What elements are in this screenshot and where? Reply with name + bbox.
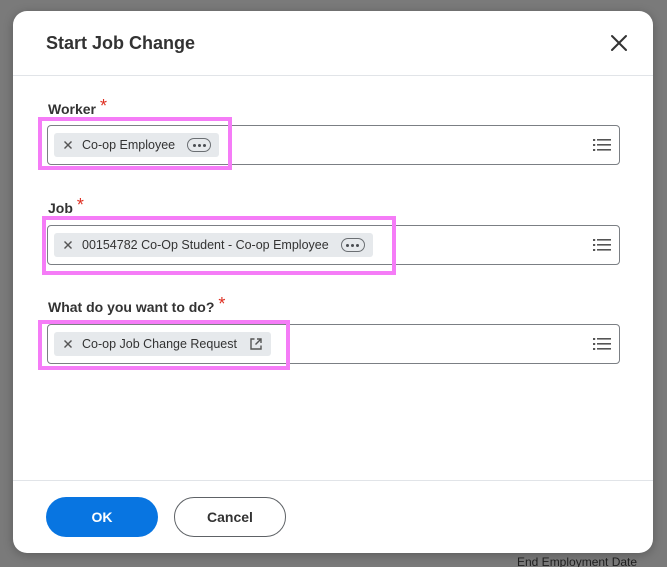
worker-field[interactable]: Co-op Employee — [47, 125, 620, 165]
ellipsis-dot — [356, 243, 360, 247]
close-button[interactable] — [605, 29, 633, 57]
x-icon — [64, 340, 72, 348]
worker-label: Worker * — [48, 96, 107, 119]
job-label: Job * — [48, 195, 84, 218]
job-label-text: Job — [48, 200, 73, 216]
ellipsis-icon — [192, 143, 196, 147]
worker-label-text: Worker — [48, 101, 96, 117]
job-selected-pill: 00154782 Co-Op Student - Co-op Employee — [54, 233, 373, 257]
job-field[interactable]: 00154782 Co-Op Student - Co-op Employee — [47, 225, 620, 265]
start-job-change-dialog: Start Job Change Worker* Co-op Employee — [13, 11, 653, 553]
ok-button[interactable]: OK — [46, 497, 158, 537]
action-prompt-list-icon[interactable] — [593, 336, 611, 352]
action-label-text: What do you want to do? — [48, 299, 215, 315]
dialog-title: Start Job Change — [46, 33, 196, 53]
backdrop-partial-label: End Employment Date — [517, 555, 638, 567]
cancel-button[interactable]: Cancel — [174, 497, 286, 537]
dialog-footer: OK Cancel — [13, 480, 653, 553]
worker-prompt-list-icon[interactable] — [593, 137, 611, 153]
action-remove-button[interactable] — [60, 336, 76, 352]
action-required-mark: * — [218, 294, 226, 314]
x-icon — [64, 141, 72, 149]
worker-selected-pill: Co-op Employee — [54, 133, 220, 157]
job-options-button[interactable] — [340, 238, 365, 252]
worker-required-mark: * — [99, 96, 107, 116]
x-icon — [64, 241, 72, 249]
ellipsis-dot — [351, 243, 355, 247]
job-prompt-list-icon[interactable] — [593, 237, 611, 253]
ellipsis-dot — [197, 143, 201, 147]
worker-value: Co-op Employee — [82, 138, 176, 152]
external-link-icon[interactable] — [249, 337, 263, 351]
close-icon — [611, 35, 627, 51]
action-value: Co-op Job Change Request — [82, 337, 237, 351]
dialog-header: Start Job Change — [13, 11, 653, 76]
ellipsis-icon — [346, 243, 350, 247]
job-remove-button[interactable] — [60, 237, 76, 253]
action-field[interactable]: Co-op Job Change Request — [47, 324, 620, 364]
ellipsis-dot — [202, 143, 206, 147]
worker-remove-button[interactable] — [60, 137, 76, 153]
action-label: What do you want to do? * — [48, 294, 226, 317]
worker-options-button[interactable] — [187, 138, 212, 152]
job-required-mark: * — [76, 195, 84, 215]
job-value: 00154782 Co-Op Student - Co-op Employee — [82, 238, 329, 252]
action-selected-pill: Co-op Job Change Request — [54, 332, 271, 356]
